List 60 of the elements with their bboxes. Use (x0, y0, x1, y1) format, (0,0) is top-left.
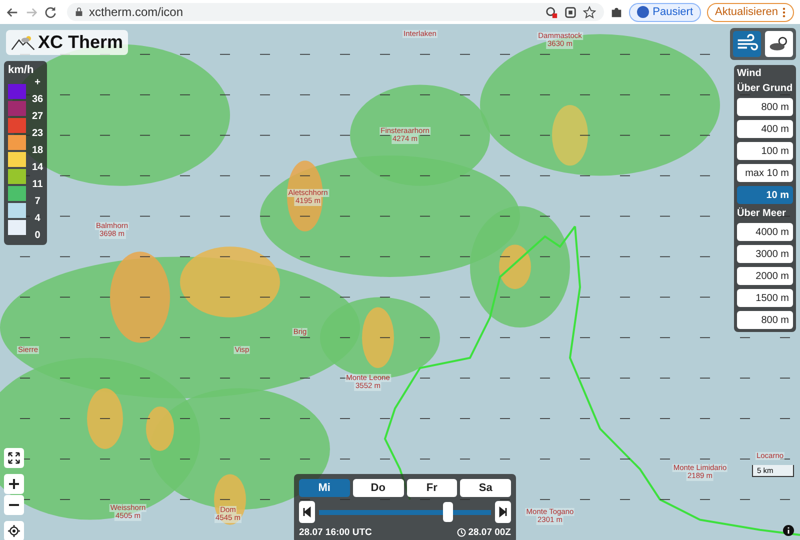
logo-text: XC Therm (38, 32, 124, 53)
step-back-button[interactable] (299, 501, 315, 523)
altitude-button[interactable]: 1500 m (737, 289, 793, 307)
profile-button[interactable]: Pausiert (628, 2, 702, 22)
layer-button[interactable] (765, 31, 793, 57)
step-forward-button[interactable] (495, 501, 511, 523)
skip-forward-icon (498, 504, 508, 520)
legend-value: 7 (34, 195, 40, 208)
fullscreen-button[interactable] (4, 448, 24, 468)
day-tab[interactable]: Mi (299, 479, 350, 497)
legend-value: 18 (32, 144, 44, 157)
altitude-button[interactable]: max 10 m (737, 164, 793, 182)
legend-value: 27 (32, 110, 44, 123)
info-icon[interactable] (783, 525, 794, 536)
skip-back-icon (302, 504, 312, 520)
altitude-button[interactable]: 400 m (737, 120, 793, 138)
legend-value: 4 (34, 212, 40, 225)
mountain-cloud-icon (11, 34, 35, 51)
clock-icon (457, 528, 466, 537)
legend-value: 0 (34, 229, 40, 242)
time-slider[interactable] (319, 501, 491, 523)
unit-label: km/h (8, 64, 35, 76)
legend-value: 11 (32, 178, 43, 191)
altitude-button[interactable]: 10 m (737, 186, 793, 204)
layer-button[interactable] (733, 31, 761, 57)
slider-thumb[interactable] (443, 502, 453, 522)
url-text: xctherm.com/icon (89, 5, 184, 19)
altitude-button[interactable]: 2000 m (737, 267, 793, 285)
locate-icon (8, 525, 20, 537)
avatar-icon (636, 6, 649, 18)
model-run-time: 28.07 00Z (468, 527, 511, 538)
blocked-icon[interactable] (544, 6, 558, 18)
day-tab[interactable]: Fr (406, 479, 458, 497)
legend-value: + (34, 76, 40, 89)
star-icon[interactable] (582, 6, 596, 18)
zoom-out-button[interactable] (4, 495, 24, 515)
plus-icon (8, 478, 20, 490)
panel-title: Wind (737, 68, 762, 79)
altitude-button[interactable]: 800 m (737, 98, 793, 116)
more-icon (782, 6, 786, 18)
update-button[interactable]: Aktualisieren (707, 2, 794, 22)
locate-button[interactable] (4, 521, 24, 540)
legend-value: 23 (32, 127, 44, 140)
altitude-button[interactable]: 3000 m (737, 245, 793, 263)
altitude-button[interactable]: 4000 m (737, 223, 793, 241)
reload-icon[interactable] (44, 6, 57, 18)
group-title: Über Meer (737, 208, 787, 219)
legend-value: 36 (32, 93, 44, 106)
back-icon[interactable] (6, 6, 19, 18)
zoom-in-button[interactable] (4, 474, 24, 494)
lock-icon (75, 7, 83, 17)
group-title: Über Grund (737, 83, 793, 94)
altitude-button[interactable]: 100 m (737, 142, 793, 160)
altitude-button[interactable]: 800 m (737, 311, 793, 329)
legend-value: 14 (32, 161, 44, 174)
expand-icon (8, 452, 20, 464)
address-bar[interactable]: xctherm.com/icon (67, 3, 604, 21)
day-tab[interactable]: Do (352, 479, 404, 497)
current-time: 28.07 16:00 UTC (299, 527, 372, 538)
day-tab[interactable]: Sa (460, 479, 511, 497)
